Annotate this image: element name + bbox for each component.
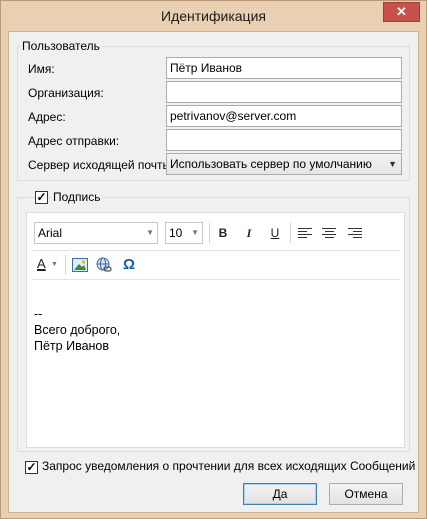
toolbar-divider (32, 250, 400, 251)
signature-label: Подпись (51, 190, 103, 204)
text-color-icon: A (37, 256, 46, 271)
align-center-icon (322, 228, 336, 238)
font-name-value: Arial (38, 226, 63, 240)
italic-button[interactable]: I (239, 223, 259, 243)
align-center-button[interactable] (319, 223, 339, 243)
smtp-server-label: Сервер исходящей почты: (28, 158, 168, 172)
font-name-select[interactable]: Arial ▼ (34, 222, 158, 244)
chevron-down-icon: ▼ (51, 261, 58, 268)
insert-link-button[interactable] (94, 255, 114, 275)
align-right-icon (348, 228, 362, 238)
address-field[interactable]: petrivanov@server.com (166, 105, 402, 127)
toolbar-separator (65, 255, 66, 275)
cancel-button[interactable]: Отмена (329, 483, 403, 505)
read-receipt-label: Запрос уведомления о прочтении для всех … (42, 459, 416, 473)
align-left-button[interactable] (295, 223, 315, 243)
close-button[interactable]: ✕ (383, 2, 420, 22)
read-receipt-checkbox[interactable]: ✓ (25, 461, 38, 474)
address-label: Адрес: (28, 110, 66, 124)
image-icon (72, 258, 88, 272)
user-group-legend: Пользователь (20, 39, 102, 53)
reply-address-label: Адрес отправки: (28, 134, 120, 148)
chevron-down-icon: ▼ (191, 228, 199, 237)
name-label: Имя: (28, 62, 55, 76)
align-right-button[interactable] (345, 223, 365, 243)
name-field[interactable]: Пётр Иванов (166, 57, 402, 79)
signature-line: Всего доброго, (34, 323, 121, 337)
signature-group: ✓ Подпись Arial ▼ 10 ▼ B I U A ▼ Ω -- Вс… (17, 190, 410, 452)
organization-field[interactable] (166, 81, 402, 103)
toolbar-separator (209, 223, 210, 243)
special-character-button[interactable]: Ω (119, 255, 139, 275)
underline-button[interactable]: U (265, 223, 285, 243)
title-bar[interactable]: Идентификация ✕ (1, 1, 426, 31)
toolbar-separator (290, 223, 291, 243)
text-color-button[interactable]: A ▼ (34, 255, 60, 275)
signature-checkbox[interactable]: ✓ (35, 191, 48, 204)
insert-image-button[interactable] (70, 255, 90, 275)
signature-line: -- (34, 307, 43, 321)
smtp-server-select[interactable]: Использовать сервер по умолчанию ▼ (166, 153, 402, 175)
signature-text[interactable]: -- Всего доброго, Пётр Иванов (34, 306, 120, 354)
font-size-value: 10 (169, 226, 183, 240)
align-left-icon (298, 228, 312, 238)
toolbar-divider (32, 279, 400, 280)
smtp-server-value: Использовать сервер по умолчанию (170, 157, 372, 171)
chevron-down-icon: ▼ (146, 228, 154, 237)
reply-address-field[interactable] (166, 129, 402, 151)
organization-label: Организация: (28, 86, 104, 100)
ok-button[interactable]: Да (243, 483, 317, 505)
user-group: Пользователь Имя: Пётр Иванов Организаци… (17, 39, 410, 181)
signature-line: Пётр Иванов (34, 339, 110, 353)
globe-link-icon (96, 257, 112, 272)
window-title: Идентификация (161, 8, 266, 24)
identity-dialog: Идентификация ✕ Пользователь Имя: Пётр И… (0, 0, 427, 519)
chevron-down-icon: ▼ (388, 159, 397, 169)
bold-button[interactable]: B (213, 223, 233, 243)
font-size-select[interactable]: 10 ▼ (165, 222, 203, 244)
dialog-body: Пользователь Имя: Пётр Иванов Организаци… (8, 31, 419, 513)
